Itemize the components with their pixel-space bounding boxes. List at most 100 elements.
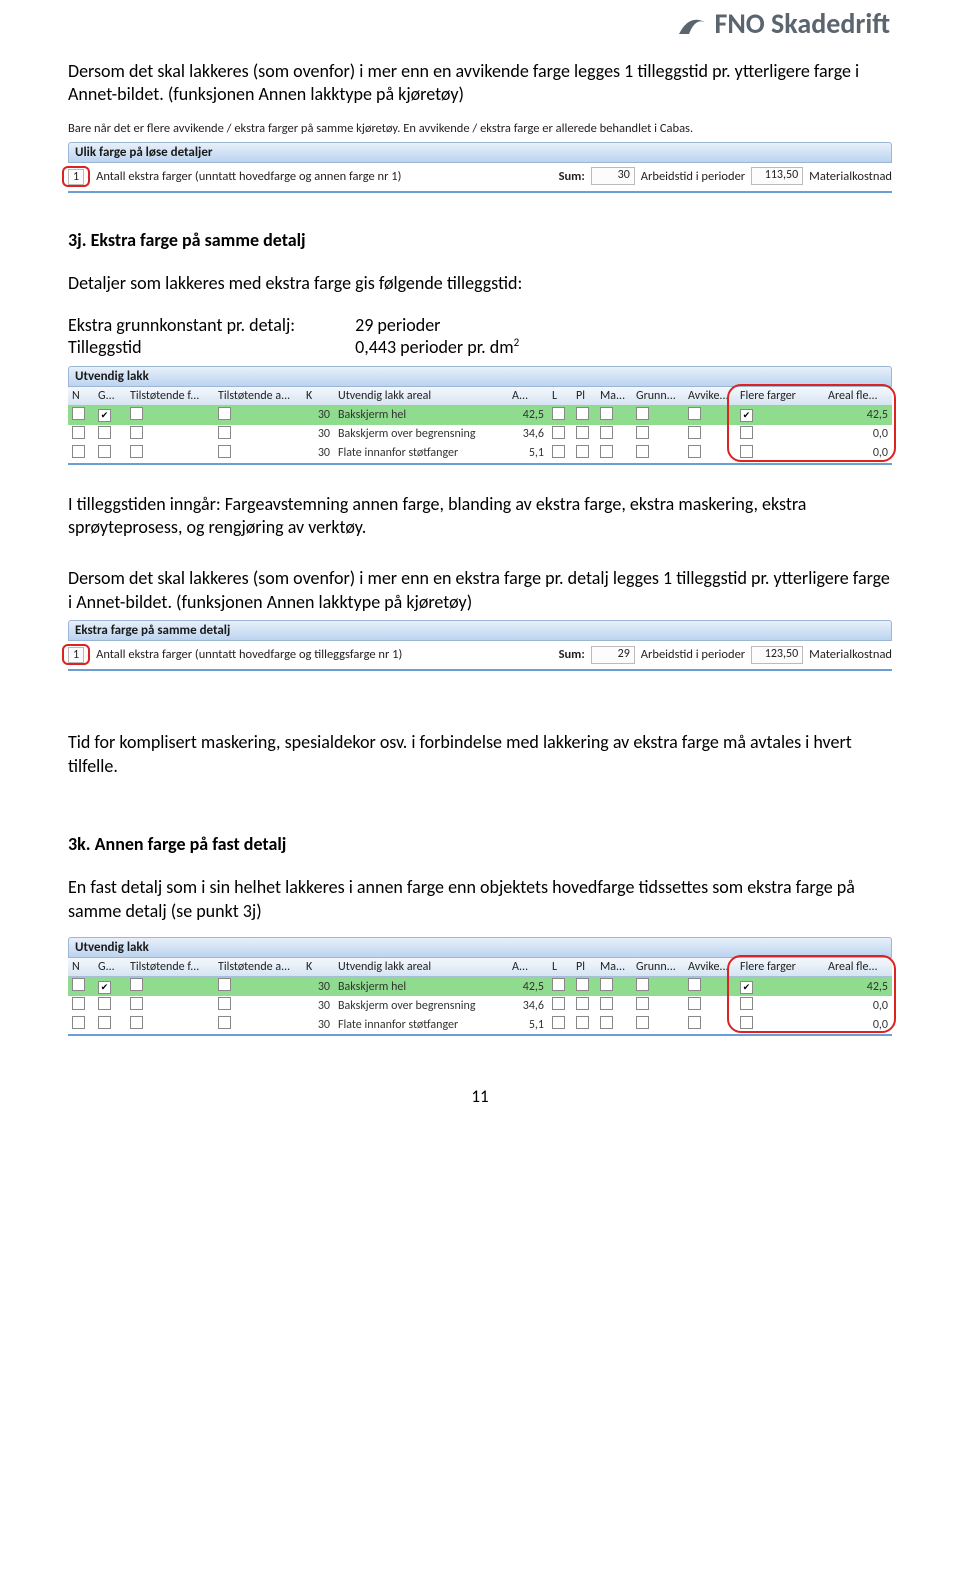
checkbox[interactable]: [72, 997, 85, 1010]
checkbox[interactable]: [636, 978, 649, 991]
checkbox[interactable]: [552, 1016, 565, 1029]
checkbox[interactable]: [552, 978, 565, 991]
col-header[interactable]: G...: [94, 387, 126, 406]
checkbox[interactable]: [636, 1016, 649, 1029]
checkbox[interactable]: [552, 445, 565, 458]
checkbox[interactable]: [98, 409, 111, 422]
checkbox[interactable]: [636, 445, 649, 458]
col-header[interactable]: Areal fle...: [824, 387, 892, 406]
checkbox[interactable]: [576, 1016, 589, 1029]
col-header[interactable]: Tilstøtende a...: [214, 958, 302, 977]
checkbox[interactable]: [740, 981, 753, 994]
col-header[interactable]: A...: [508, 958, 548, 977]
checkbox[interactable]: [576, 407, 589, 420]
checkbox[interactable]: [688, 978, 701, 991]
checkbox[interactable]: [740, 426, 753, 439]
checkbox[interactable]: [600, 978, 613, 991]
checkbox[interactable]: [72, 407, 85, 420]
checkbox[interactable]: [130, 426, 143, 439]
checkbox[interactable]: [218, 1016, 231, 1029]
checkbox[interactable]: [218, 407, 231, 420]
checkbox[interactable]: [552, 997, 565, 1010]
col-header[interactable]: Pl: [572, 387, 596, 406]
checkbox[interactable]: [600, 407, 613, 420]
checkbox[interactable]: [552, 407, 565, 420]
checkbox[interactable]: [130, 978, 143, 991]
col-header[interactable]: N: [68, 387, 94, 406]
checkbox[interactable]: [130, 1016, 143, 1029]
checkbox[interactable]: [600, 426, 613, 439]
col-header[interactable]: N: [68, 958, 94, 977]
col-header[interactable]: Utvendig lakk areal: [334, 387, 508, 406]
col-header[interactable]: Tilstøtende a...: [214, 387, 302, 406]
col-header[interactable]: K: [302, 387, 334, 406]
checkbox[interactable]: [130, 407, 143, 420]
checkbox[interactable]: [576, 445, 589, 458]
checkbox[interactable]: [98, 981, 111, 994]
col-header[interactable]: L: [548, 958, 572, 977]
col-header[interactable]: K: [302, 958, 334, 977]
checkbox[interactable]: [600, 1016, 613, 1029]
col-header[interactable]: L: [548, 387, 572, 406]
checkbox[interactable]: [218, 426, 231, 439]
col-header[interactable]: Flere farger: [736, 958, 824, 977]
col-header[interactable]: Avvike...: [684, 958, 736, 977]
checkbox[interactable]: [600, 445, 613, 458]
table-row[interactable]: 30Flate innanfor støtfanger5,10,0: [68, 1015, 892, 1034]
checkbox[interactable]: [636, 426, 649, 439]
ulik-sum[interactable]: 30: [591, 167, 635, 185]
checkbox[interactable]: [688, 426, 701, 439]
col-header[interactable]: Tilstøtende f...: [126, 958, 214, 977]
checkbox[interactable]: [218, 978, 231, 991]
ulik-count-input[interactable]: 1: [68, 169, 84, 185]
checkbox[interactable]: [218, 997, 231, 1010]
col-header[interactable]: Utvendig lakk areal: [334, 958, 508, 977]
ekstra-sum[interactable]: 29: [591, 646, 635, 664]
checkbox[interactable]: [552, 426, 565, 439]
checkbox[interactable]: [740, 1016, 753, 1029]
col-header[interactable]: Areal fle...: [824, 958, 892, 977]
ekstra-arb[interactable]: 123,50: [751, 646, 803, 664]
col-header[interactable]: Ma...: [596, 958, 632, 977]
checkbox[interactable]: [576, 426, 589, 439]
col-header[interactable]: Tilstøtende f...: [126, 387, 214, 406]
checkbox[interactable]: [98, 1016, 111, 1029]
checkbox[interactable]: [688, 997, 701, 1010]
checkbox[interactable]: [688, 445, 701, 458]
checkbox[interactable]: [576, 997, 589, 1010]
checkbox[interactable]: [98, 445, 111, 458]
checkbox[interactable]: [740, 409, 753, 422]
col-header[interactable]: Flere farger: [736, 387, 824, 406]
checkbox[interactable]: [72, 1016, 85, 1029]
checkbox[interactable]: [98, 426, 111, 439]
col-header[interactable]: A...: [508, 387, 548, 406]
checkbox[interactable]: [72, 445, 85, 458]
col-header[interactable]: G...: [94, 958, 126, 977]
checkbox[interactable]: [636, 407, 649, 420]
col-header[interactable]: Pl: [572, 958, 596, 977]
ekstra-count-input[interactable]: 1: [68, 647, 84, 663]
checkbox[interactable]: [688, 407, 701, 420]
checkbox[interactable]: [218, 445, 231, 458]
checkbox[interactable]: [600, 997, 613, 1010]
table-row[interactable]: 30Bakskjerm over begrensning34,60,0: [68, 996, 892, 1015]
checkbox[interactable]: [130, 445, 143, 458]
checkbox[interactable]: [740, 445, 753, 458]
checkbox[interactable]: [98, 997, 111, 1010]
checkbox[interactable]: [130, 997, 143, 1010]
checkbox[interactable]: [576, 978, 589, 991]
checkbox[interactable]: [72, 978, 85, 991]
ulik-arb[interactable]: 113,50: [751, 167, 803, 185]
checkbox[interactable]: [688, 1016, 701, 1029]
table-row[interactable]: 30Bakskjerm hel42,542,5: [68, 405, 892, 425]
table-row[interactable]: 30Bakskjerm hel42,542,5: [68, 977, 892, 997]
col-header[interactable]: Grunn...: [632, 958, 684, 977]
checkbox[interactable]: [740, 997, 753, 1010]
col-header[interactable]: Grunn...: [632, 387, 684, 406]
col-header[interactable]: Avvike...: [684, 387, 736, 406]
table-row[interactable]: 30Flate innanfor støtfanger5,10,0: [68, 444, 892, 463]
checkbox[interactable]: [636, 997, 649, 1010]
col-header[interactable]: Ma...: [596, 387, 632, 406]
checkbox[interactable]: [72, 426, 85, 439]
table-row[interactable]: 30Bakskjerm over begrensning34,60,0: [68, 425, 892, 444]
